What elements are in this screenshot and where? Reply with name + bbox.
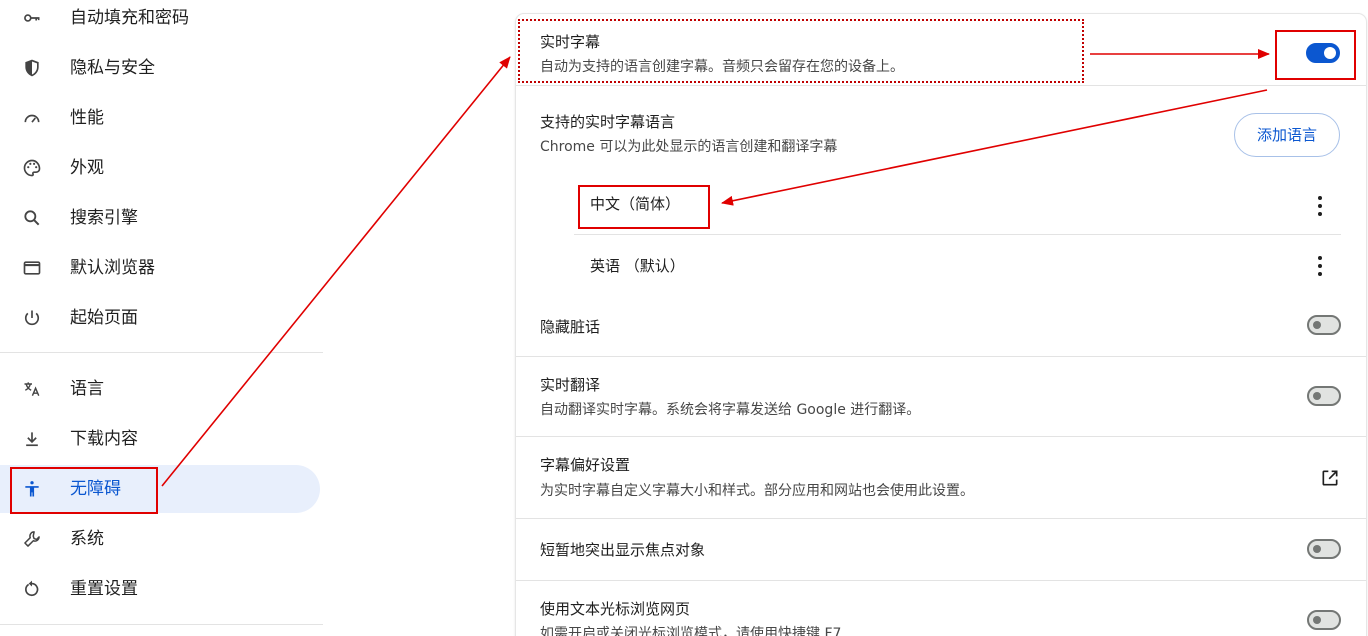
browser-window-icon	[20, 256, 44, 280]
sidebar-item-label: 外观	[70, 158, 104, 178]
power-icon	[20, 306, 44, 330]
more-options-icon[interactable]	[1310, 254, 1330, 278]
toggle-knob	[1313, 616, 1321, 624]
caption-languages-subtitle: Chrome 可以为此处显示的语言创建和翻译字幕	[540, 139, 838, 155]
reset-icon	[20, 577, 44, 601]
sidebar-item-languages[interactable]: 语言	[0, 365, 320, 413]
toggle-knob	[1313, 545, 1321, 553]
live-translate-title: 实时翻译	[540, 376, 601, 394]
sidebar-item-label: 语言	[70, 379, 104, 399]
sidebar-item-privacy[interactable]: 隐私与安全	[0, 44, 320, 92]
sidebar-item-reset[interactable]: 重置设置	[0, 565, 320, 613]
caption-languages-title: 支持的实时字幕语言	[540, 113, 676, 131]
sidebar-item-label: 默认浏览器	[70, 258, 155, 278]
sidebar-divider	[0, 352, 323, 353]
wrench-icon	[20, 527, 44, 551]
settings-sidebar: 自动填充和密码 隐私与安全 性能 外观 搜索引擎 默认浏览器 起始页面 语言 下…	[0, 0, 323, 636]
open-in-new-icon[interactable]	[1320, 468, 1340, 488]
sidebar-item-label: 自动填充和密码	[70, 8, 189, 28]
caption-preferences-row[interactable]: 字幕偏好设置 为实时字幕自定义字幕大小和样式。部分应用和网站也会使用此设置。	[516, 437, 1366, 519]
language-list-item: 英语 （默认）	[516, 235, 1366, 297]
sidebar-item-label: 下载内容	[70, 429, 138, 449]
palette-icon	[20, 156, 44, 180]
speedometer-icon	[20, 106, 44, 130]
live-translate-subtitle: 自动翻译实时字幕。系统会将字幕发送给 Google 进行翻译。	[540, 402, 921, 418]
sidebar-item-downloads[interactable]: 下载内容	[0, 415, 320, 463]
highlight-box-live-caption	[518, 19, 1084, 83]
caret-browsing-row[interactable]: 使用文本光标浏览网页 如需开启或关闭光标浏览模式，请使用快捷键 F7	[516, 581, 1366, 636]
focus-highlight-title: 短暂地突出显示焦点对象	[540, 541, 706, 559]
focus-highlight-toggle[interactable]	[1307, 539, 1341, 559]
highlight-box-accessibility	[10, 467, 158, 514]
sidebar-item-label: 起始页面	[70, 308, 138, 328]
sidebar-item-performance[interactable]: 性能	[0, 94, 320, 142]
more-options-icon[interactable]	[1310, 194, 1330, 218]
sidebar-item-autofill[interactable]: 自动填充和密码	[0, 0, 320, 42]
search-icon	[20, 206, 44, 230]
highlight-box-toggle	[1275, 30, 1356, 80]
sidebar-item-label: 重置设置	[70, 579, 138, 599]
toggle-knob	[1313, 392, 1321, 400]
language-name: 英语 （默认）	[590, 257, 685, 275]
live-translate-row[interactable]: 实时翻译 自动翻译实时字幕。系统会将字幕发送给 Google 进行翻译。	[516, 357, 1366, 437]
hide-profanity-toggle[interactable]	[1307, 315, 1341, 335]
caption-preferences-subtitle: 为实时字幕自定义字幕大小和样式。部分应用和网站也会使用此设置。	[540, 483, 974, 499]
highlight-box-language	[578, 185, 710, 229]
sidebar-item-appearance[interactable]: 外观	[0, 144, 320, 192]
caption-preferences-title: 字幕偏好设置	[540, 456, 631, 474]
caret-browsing-toggle[interactable]	[1307, 610, 1341, 630]
sidebar-item-label: 性能	[70, 108, 104, 128]
sidebar-item-system[interactable]: 系统	[0, 515, 320, 563]
add-language-button[interactable]: 添加语言	[1234, 113, 1340, 157]
toggle-knob	[1313, 321, 1321, 329]
caret-browsing-title: 使用文本光标浏览网页	[540, 600, 691, 618]
sidebar-item-search-engine[interactable]: 搜索引擎	[0, 194, 320, 242]
key-icon	[20, 6, 44, 30]
sidebar-item-label: 系统	[70, 529, 104, 549]
sidebar-item-label: 隐私与安全	[70, 58, 155, 78]
caret-browsing-subtitle: 如需开启或关闭光标浏览模式，请使用快捷键 F7	[540, 626, 842, 636]
live-translate-toggle[interactable]	[1307, 386, 1341, 406]
sidebar-item-label: 搜索引擎	[70, 208, 138, 228]
hide-profanity-row[interactable]: 隐藏脏话	[516, 297, 1366, 357]
download-icon	[20, 427, 44, 451]
sidebar-item-default-browser[interactable]: 默认浏览器	[0, 244, 320, 292]
sidebar-item-on-startup[interactable]: 起始页面	[0, 294, 320, 342]
focus-highlight-row[interactable]: 短暂地突出显示焦点对象	[516, 519, 1366, 581]
translate-icon	[20, 377, 44, 401]
accessibility-settings-card: 实时字幕 自动为支持的语言创建字幕。音频只会留存在您的设备上。 支持的实时字幕语…	[516, 14, 1366, 636]
shield-icon	[20, 56, 44, 80]
sidebar-divider	[0, 624, 323, 625]
hide-profanity-title: 隐藏脏话	[540, 318, 601, 336]
